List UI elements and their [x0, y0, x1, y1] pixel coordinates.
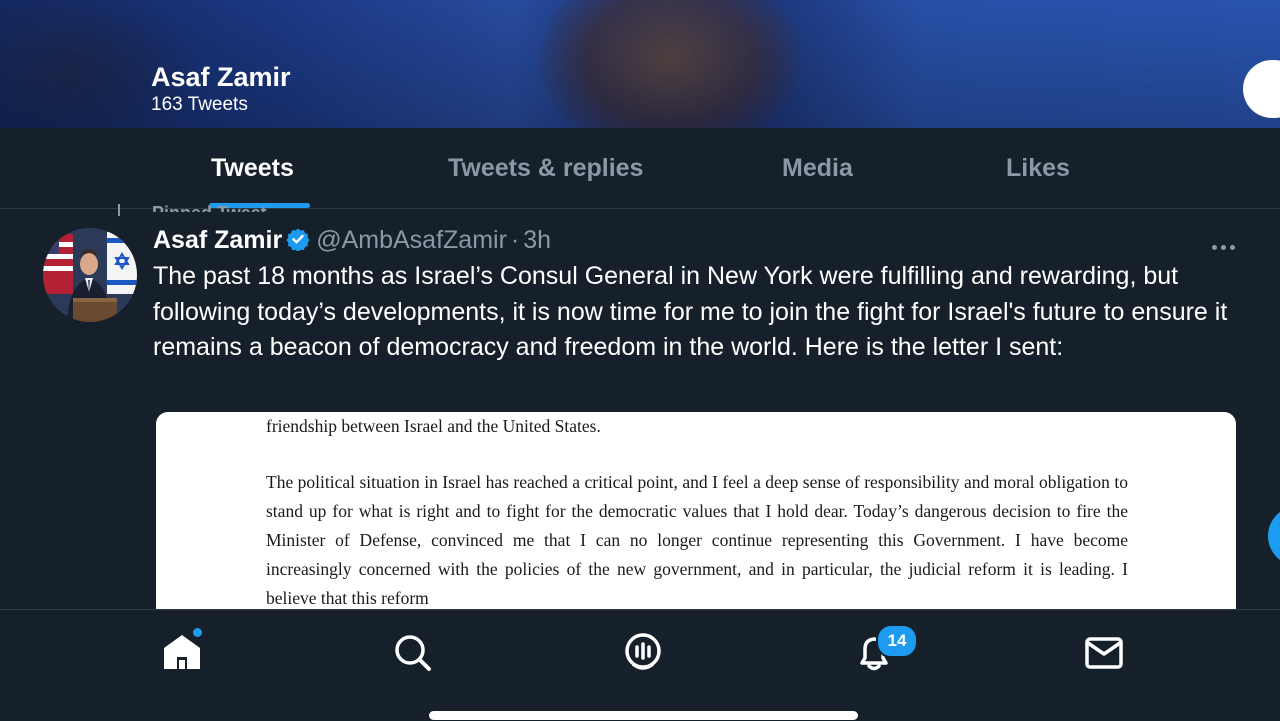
avatar[interactable]	[43, 228, 137, 322]
tab-tweets-replies[interactable]: Tweets & replies	[448, 154, 643, 183]
more-options-icon[interactable]	[1212, 237, 1242, 250]
messages-icon[interactable]	[1080, 628, 1128, 676]
tweet-time[interactable]: 3h	[523, 226, 551, 254]
profile-banner: Asaf Zamir 163 Tweets	[0, 0, 1280, 128]
tweet-handle[interactable]: @AmbAsafZamir	[316, 226, 507, 254]
tweet-image-letter[interactable]: friendship between Israel and the United…	[156, 412, 1236, 612]
pin-icon	[118, 204, 120, 216]
tab-media[interactable]: Media	[782, 154, 853, 183]
spaces-icon[interactable]	[619, 628, 667, 676]
tab-tweets[interactable]: Tweets	[211, 154, 294, 183]
tweet-author-name[interactable]: Asaf Zamir	[153, 226, 282, 254]
letter-paragraph: The political situation in Israel has re…	[266, 472, 1128, 608]
pinned-label: Pinned Tweet	[152, 196, 267, 212]
separator-dot: ·	[510, 226, 520, 254]
home-indicator[interactable]	[429, 711, 858, 720]
letter-line: friendship between Israel and the United…	[266, 416, 601, 436]
profile-name: Asaf Zamir	[151, 62, 291, 92]
compose-tweet-button[interactable]	[1268, 506, 1280, 566]
tab-likes[interactable]: Likes	[1006, 154, 1070, 183]
tweet-text: The past 18 months as Israel’s Consul Ge…	[153, 262, 1228, 361]
avatar-photo	[43, 228, 137, 322]
notifications-badge: 14	[876, 624, 918, 658]
home-unread-dot	[193, 628, 202, 637]
tweet-header: Asaf Zamir @AmbAsafZamir · 3h	[153, 226, 551, 258]
tweet-count: 163 Tweets	[151, 94, 248, 115]
verified-badge-icon	[286, 227, 310, 258]
search-icon[interactable]	[388, 628, 436, 676]
